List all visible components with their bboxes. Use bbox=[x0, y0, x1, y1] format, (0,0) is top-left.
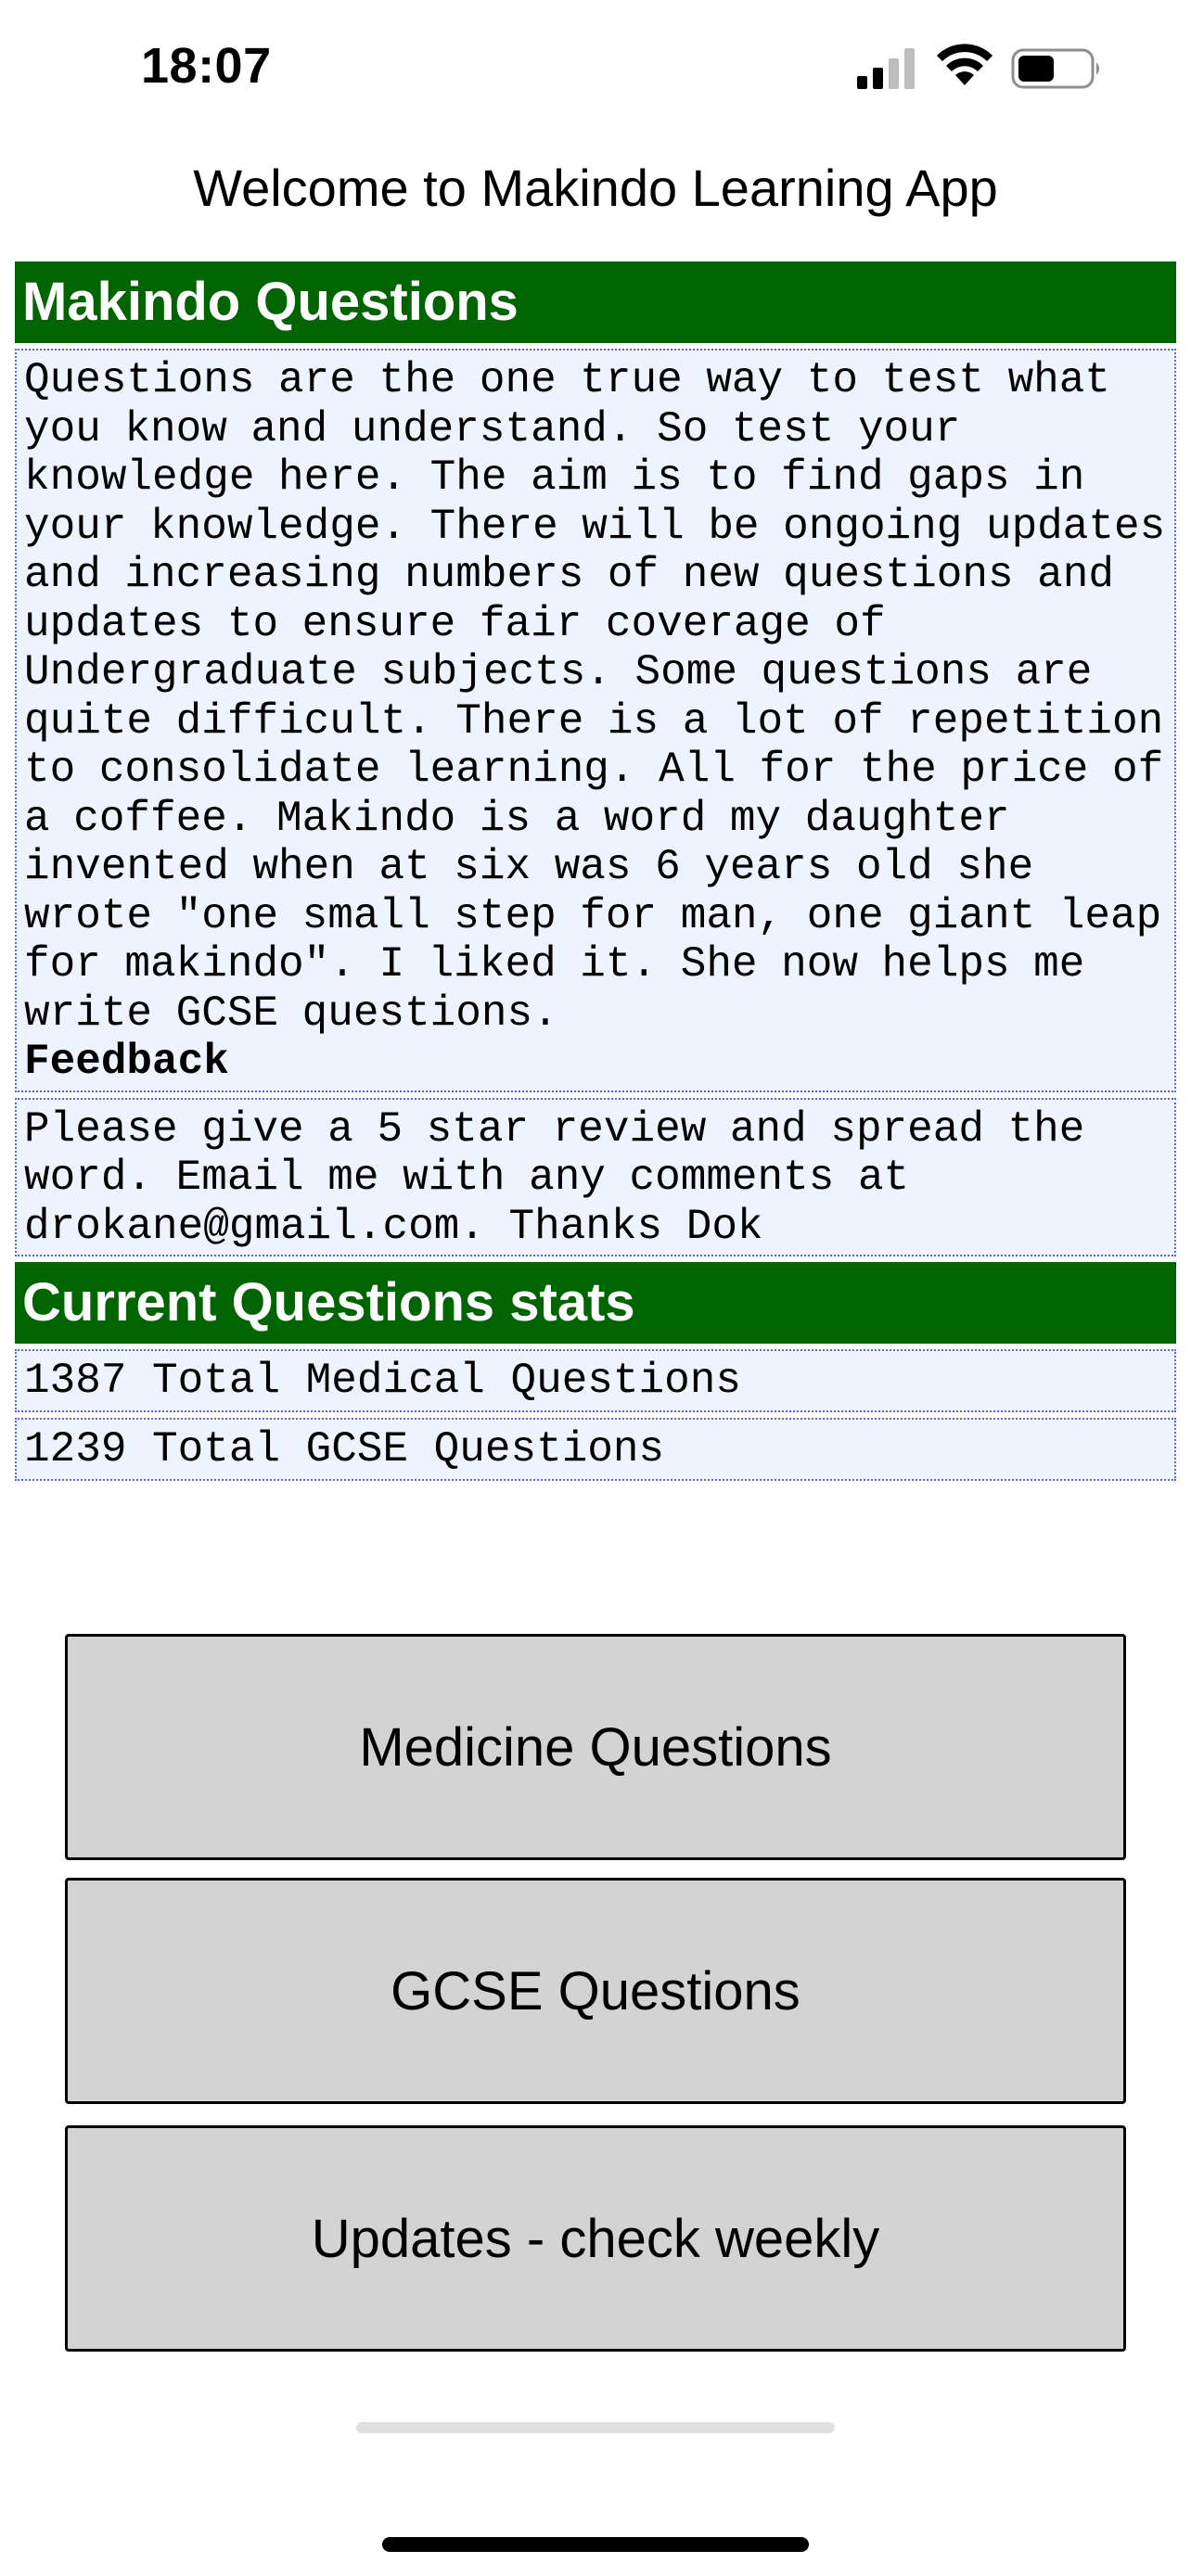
stat-gcse-questions: 1239 Total GCSE Questions bbox=[15, 1418, 1176, 1481]
content-area: Makindo Questions Questions are the one … bbox=[15, 261, 1176, 1486]
battery-icon bbox=[1011, 48, 1099, 89]
status-bar: 18:07 bbox=[0, 0, 1191, 139]
feedback-text: Please give a 5 star review and spread t… bbox=[24, 1104, 1085, 1251]
page-title: Welcome to Makindo Learning App bbox=[193, 159, 998, 217]
wifi-icon bbox=[937, 44, 992, 85]
feedback-label: Feedback bbox=[24, 1038, 229, 1086]
intro-text: Questions are the one true way to test w… bbox=[24, 356, 1166, 1038]
feedback-box: Please give a 5 star review and spread t… bbox=[15, 1097, 1176, 1256]
section-header-stats: Current Questions stats bbox=[15, 1262, 1176, 1344]
medicine-questions-button[interactable]: Medicine Questions bbox=[65, 1634, 1126, 1860]
gcse-questions-label: GCSE Questions bbox=[391, 1960, 800, 2021]
stat-medical-questions: 1387 Total Medical Questions bbox=[15, 1349, 1176, 1412]
scroll-indicator[interactable] bbox=[356, 2422, 835, 2433]
home-indicator[interactable] bbox=[382, 2537, 809, 2552]
cellular-signal-icon bbox=[857, 48, 915, 89]
status-time: 18:07 bbox=[141, 38, 272, 94]
updates-label: Updates - check weekly bbox=[311, 2208, 880, 2269]
gcse-questions-button[interactable]: GCSE Questions bbox=[65, 1878, 1126, 2104]
section-header-makindo-questions: Makindo Questions bbox=[15, 261, 1176, 343]
intro-box: Questions are the one true way to test w… bbox=[15, 349, 1176, 1092]
medicine-questions-label: Medicine Questions bbox=[359, 1716, 832, 1778]
updates-button[interactable]: Updates - check weekly bbox=[65, 2125, 1126, 2352]
